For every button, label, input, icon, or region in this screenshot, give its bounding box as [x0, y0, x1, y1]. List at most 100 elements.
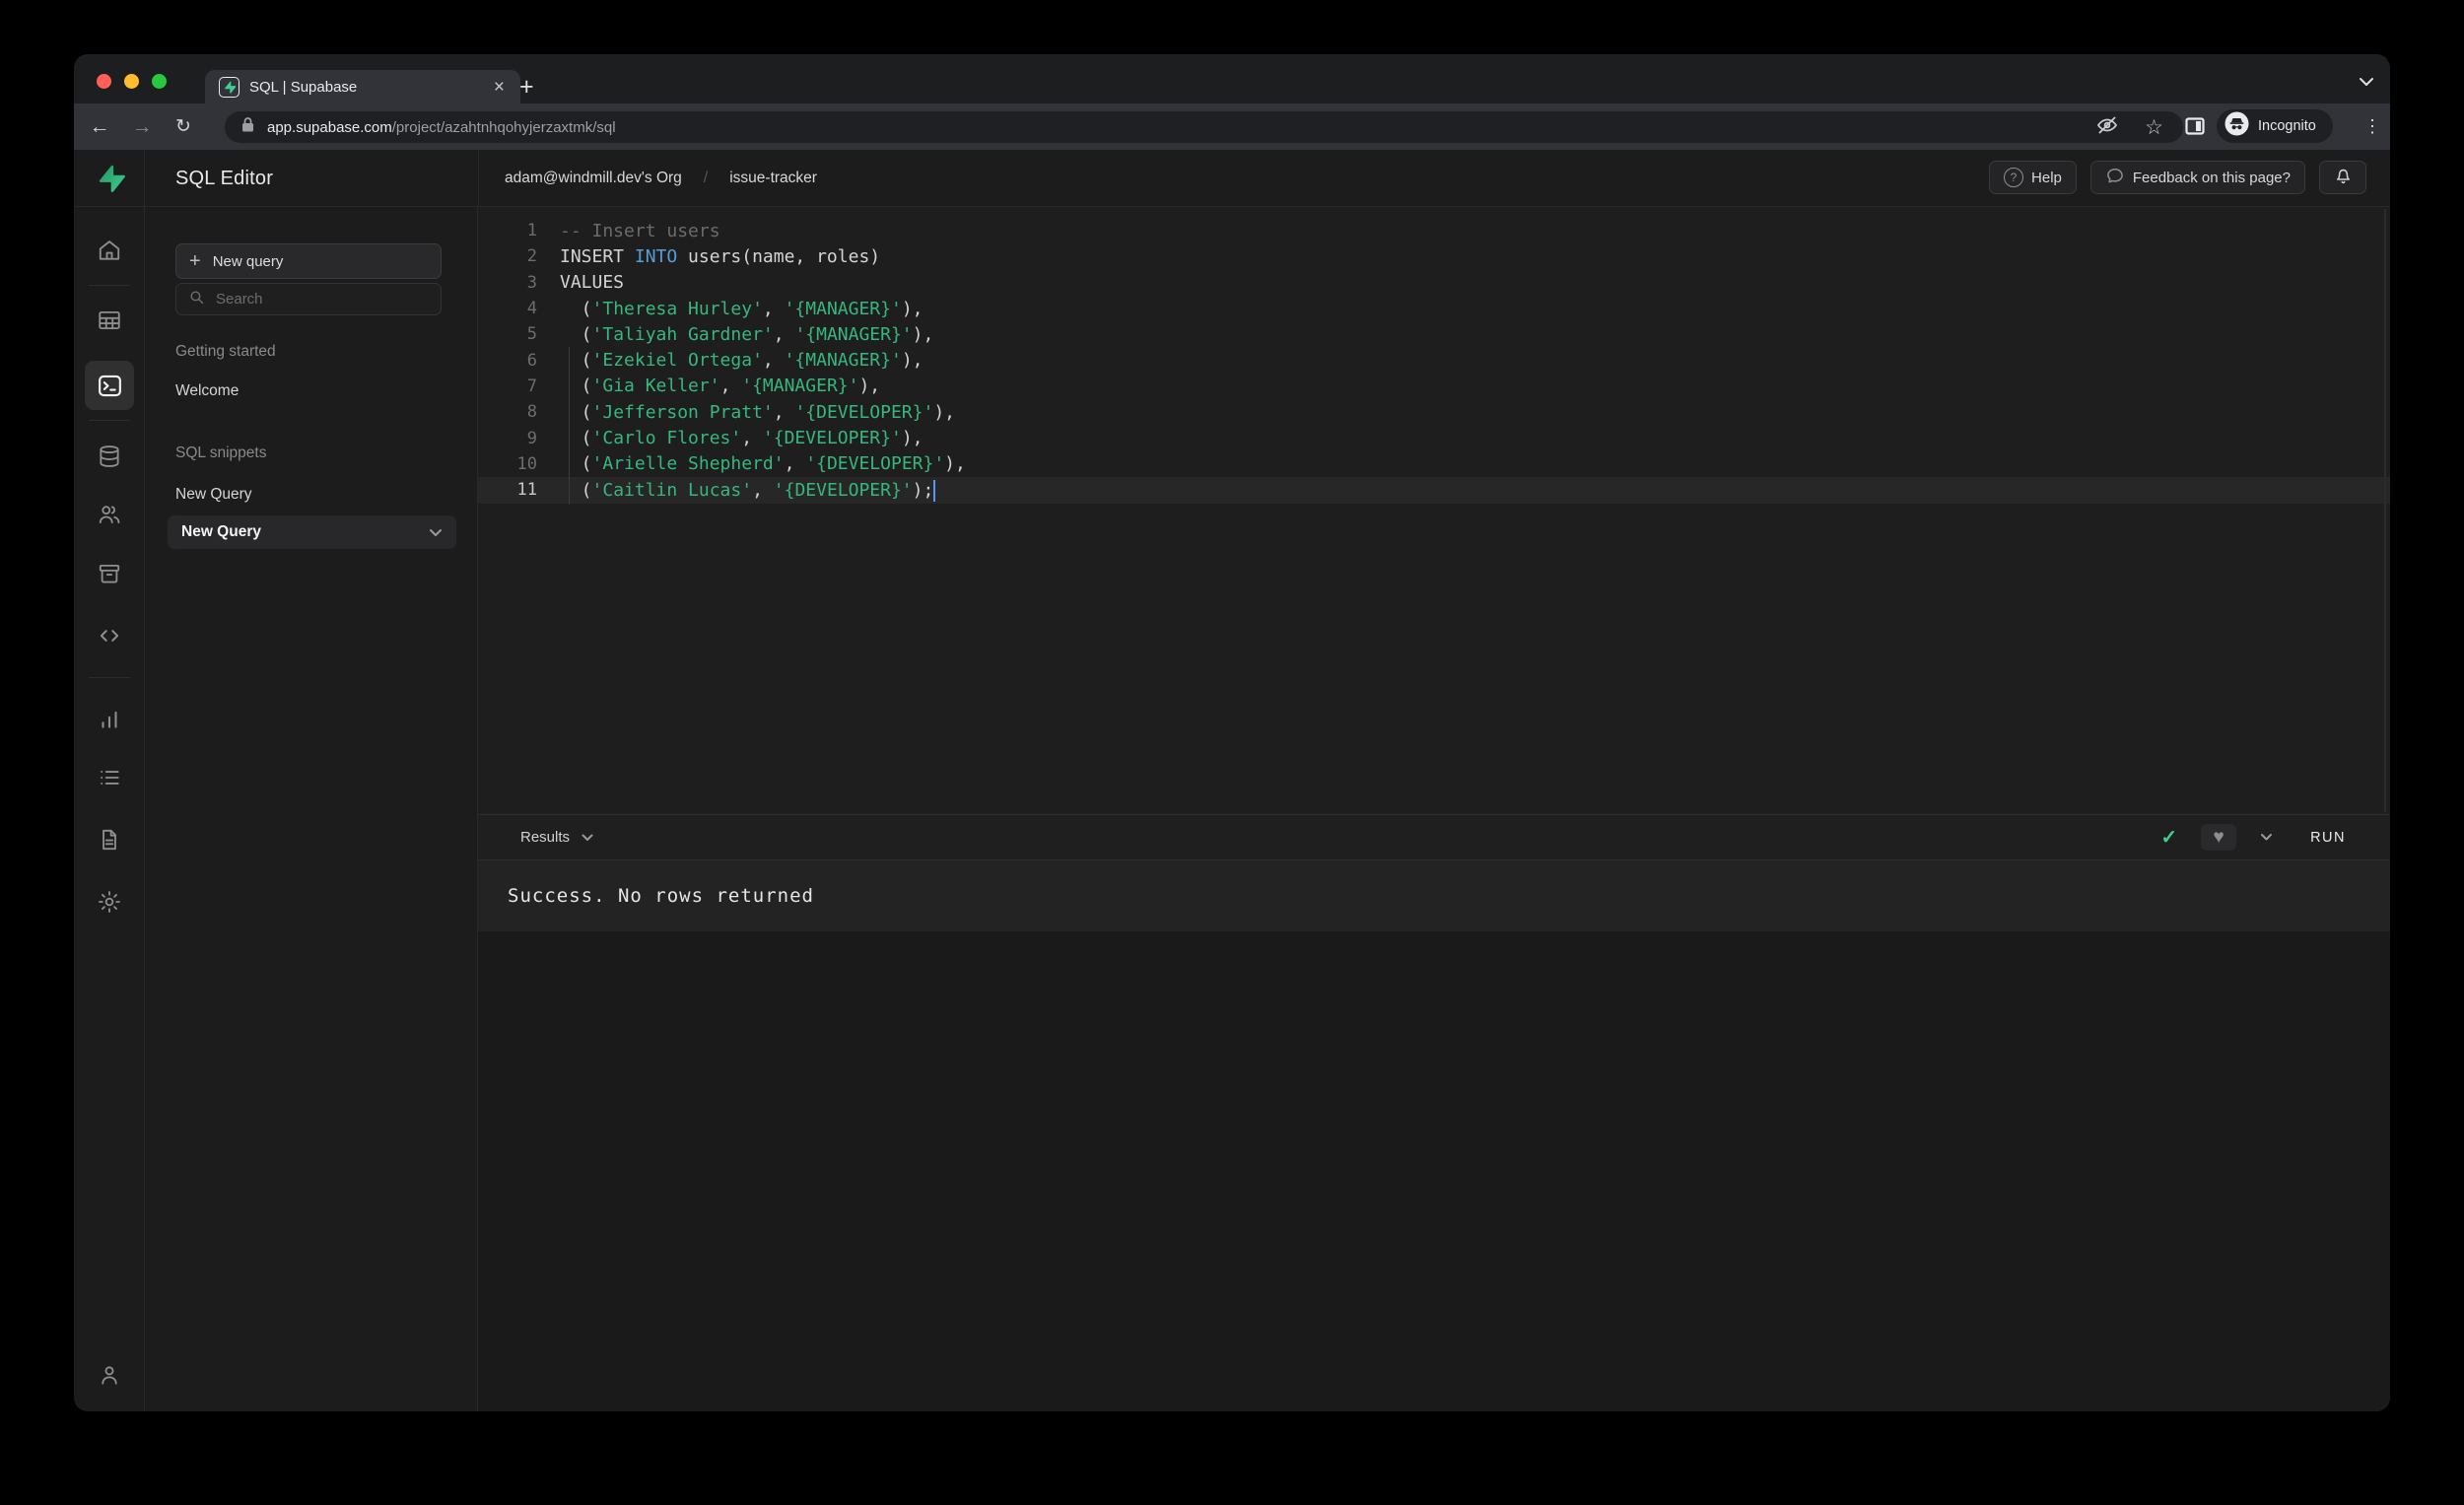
window-minimize-button[interactable] [124, 74, 139, 89]
rail-logs-icon[interactable] [74, 753, 145, 802]
rail-edge-functions-icon[interactable] [74, 611, 145, 660]
tab-close-icon[interactable]: × [492, 78, 507, 97]
section-sql-snippets: SQL snippets [175, 445, 267, 461]
code-line[interactable]: 10 ('Arielle Shepherd', '{DEVELOPER}'), [478, 451, 2390, 477]
app-header: SQL Editor adam@windmill.dev's Org / iss… [74, 150, 2390, 207]
forward-button[interactable]: → [125, 103, 159, 150]
window-zoom-button[interactable] [152, 74, 167, 89]
code-lines: 1 -- Insert users 2 INSERT INTO users(name,… [478, 218, 2390, 503]
rail-profile-icon[interactable] [74, 1350, 145, 1400]
code-line[interactable]: 5 ('Taliyah Gardner', '{MANAGER}'), [478, 321, 2390, 347]
line-number: 6 [526, 350, 537, 371]
rail-authentication-icon[interactable] [74, 490, 145, 539]
browser-tab[interactable]: SQL | Supabase × [205, 70, 520, 103]
rail-table-editor-icon[interactable] [74, 296, 145, 345]
url-path: /project/azahtnhqohyjerzaxtmk/sql [391, 118, 616, 136]
breadcrumb: adam@windmill.dev's Org / issue-tracker [505, 150, 817, 207]
line-number: 2 [526, 246, 537, 267]
browser-window: SQL | Supabase × + ← → ↻ app.supabase.co… [74, 54, 2390, 1411]
supabase-logo[interactable] [74, 150, 145, 207]
code-text: ('Gia Keller', '{MANAGER}'), [560, 376, 881, 397]
heart-icon: ♥ [2213, 826, 2224, 848]
code-text: ('Caitlin Lucas', '{DEVELOPER}'); [560, 479, 934, 501]
breadcrumb-separator: / [703, 170, 709, 186]
notifications-button[interactable] [2319, 161, 2366, 194]
code-editor[interactable]: 1 -- Insert users 2 INSERT INTO users(name,… [478, 207, 2390, 814]
reload-button[interactable]: ↻ [167, 103, 200, 150]
tab-title: SQL | Supabase [249, 78, 358, 96]
code-line[interactable]: 3 VALUES [478, 270, 2390, 296]
supabase-favicon-icon [219, 76, 240, 98]
breadcrumb-org[interactable]: adam@windmill.dev's Org [505, 170, 682, 187]
rail-database-icon[interactable] [74, 432, 145, 481]
line-number: 7 [526, 376, 537, 396]
line-number: 8 [526, 402, 537, 423]
sidebar-item-new-query-selected[interactable]: New Query [168, 515, 456, 549]
header-divider [478, 150, 479, 207]
rail-divider [89, 285, 130, 286]
incognito-badge: Incognito [2217, 109, 2333, 143]
bell-icon [2333, 166, 2354, 190]
rail-home-icon[interactable] [74, 226, 145, 275]
feedback-button[interactable]: Feedback on this page? [2089, 161, 2305, 194]
page-title: SQL Editor [175, 167, 274, 189]
privacy-eye-off-icon[interactable] [2095, 113, 2119, 142]
back-button[interactable]: ← [83, 103, 116, 150]
code-text: INSERT INTO users(name, roles) [560, 245, 881, 267]
search-input[interactable] [216, 291, 429, 308]
browser-menu-icon[interactable]: ⋮ [2361, 103, 2384, 150]
code-line[interactable]: 11 ('Caitlin Lucas', '{DEVELOPER}'); [478, 477, 2390, 503]
new-query-button[interactable]: + New query [175, 243, 442, 279]
chevron-down-icon [582, 834, 593, 841]
side-panel-icon[interactable] [2183, 114, 2207, 143]
chat-bubble-icon [2105, 166, 2125, 189]
address-bar[interactable]: app.supabase.com/project/azahtnhqohyjerz… [225, 111, 2183, 143]
text-cursor [933, 480, 935, 502]
editor-scrollbar[interactable] [2384, 209, 2386, 812]
code-line[interactable]: 8 ('Jefferson Pratt', '{DEVELOPER}'), [478, 399, 2390, 425]
chevron-down-icon [430, 528, 442, 536]
code-line[interactable]: 4 ('Theresa Hurley', '{MANAGER}'), [478, 296, 2390, 321]
window-close-button[interactable] [97, 74, 111, 89]
code-line[interactable]: 7 ('Gia Keller', '{MANAGER}'), [478, 374, 2390, 399]
rail-reports-icon[interactable] [74, 695, 145, 744]
line-number: 10 [516, 453, 537, 474]
success-check-icon: ✓ [2160, 827, 2178, 849]
bookmark-star-icon[interactable]: ☆ [2145, 115, 2163, 140]
success-message: Success. No rows returned [508, 885, 814, 907]
line-number: 3 [526, 272, 537, 293]
tab-strip: SQL | Supabase × + [74, 54, 2390, 103]
sidebar-item-new-query[interactable]: New Query [175, 486, 252, 504]
code-text: ('Arielle Shepherd', '{DEVELOPER}'), [560, 453, 966, 475]
run-button[interactable]: RUN [2310, 830, 2346, 846]
tab-search-chevron-icon[interactable] [2359, 74, 2374, 92]
sidebar-item-welcome[interactable]: Welcome [175, 382, 239, 400]
favorite-button[interactable]: ♥ [2201, 824, 2237, 851]
results-empty-area [478, 931, 2390, 1411]
rail-divider [89, 420, 130, 421]
sql-editor-pane: 1 -- Insert users 2 INSERT INTO users(name,… [478, 207, 2390, 1411]
code-line[interactable]: 6 ('Ezekiel Ortega', '{MANAGER}'), [478, 347, 2390, 373]
code-line[interactable]: 1 -- Insert users [478, 218, 2390, 243]
browser-toolbar: ← → ↻ app.supabase.com/project/azahtnhqo… [74, 103, 2390, 150]
code-text: ('Jefferson Pratt', '{DEVELOPER}'), [560, 401, 956, 423]
rail-api-docs-icon[interactable] [74, 815, 145, 864]
rail-sql-editor-icon[interactable] [85, 361, 134, 410]
rail-storage-icon[interactable] [74, 549, 145, 598]
code-line[interactable]: 2 INSERT INTO users(name, roles) [478, 243, 2390, 269]
results-message-row: Success. No rows returned [478, 860, 2390, 931]
results-dropdown[interactable]: Results [520, 815, 593, 859]
rail-settings-icon[interactable] [74, 877, 145, 926]
run-options-chevron-icon[interactable] [2260, 833, 2273, 842]
breadcrumb-project[interactable]: issue-tracker [729, 170, 817, 187]
snippet-search[interactable] [175, 283, 442, 315]
line-number: 1 [526, 221, 537, 241]
help-button[interactable]: ? Help [1989, 161, 2077, 194]
code-line[interactable]: 9 ('Carlo Flores', '{DEVELOPER}'), [478, 425, 2390, 450]
incognito-icon [2224, 111, 2249, 141]
url-host: app.supabase.com [267, 118, 392, 136]
line-number: 5 [526, 324, 537, 345]
line-number: 11 [516, 480, 537, 501]
incognito-label: Incognito [2258, 118, 2316, 134]
new-tab-button[interactable]: + [519, 73, 534, 101]
